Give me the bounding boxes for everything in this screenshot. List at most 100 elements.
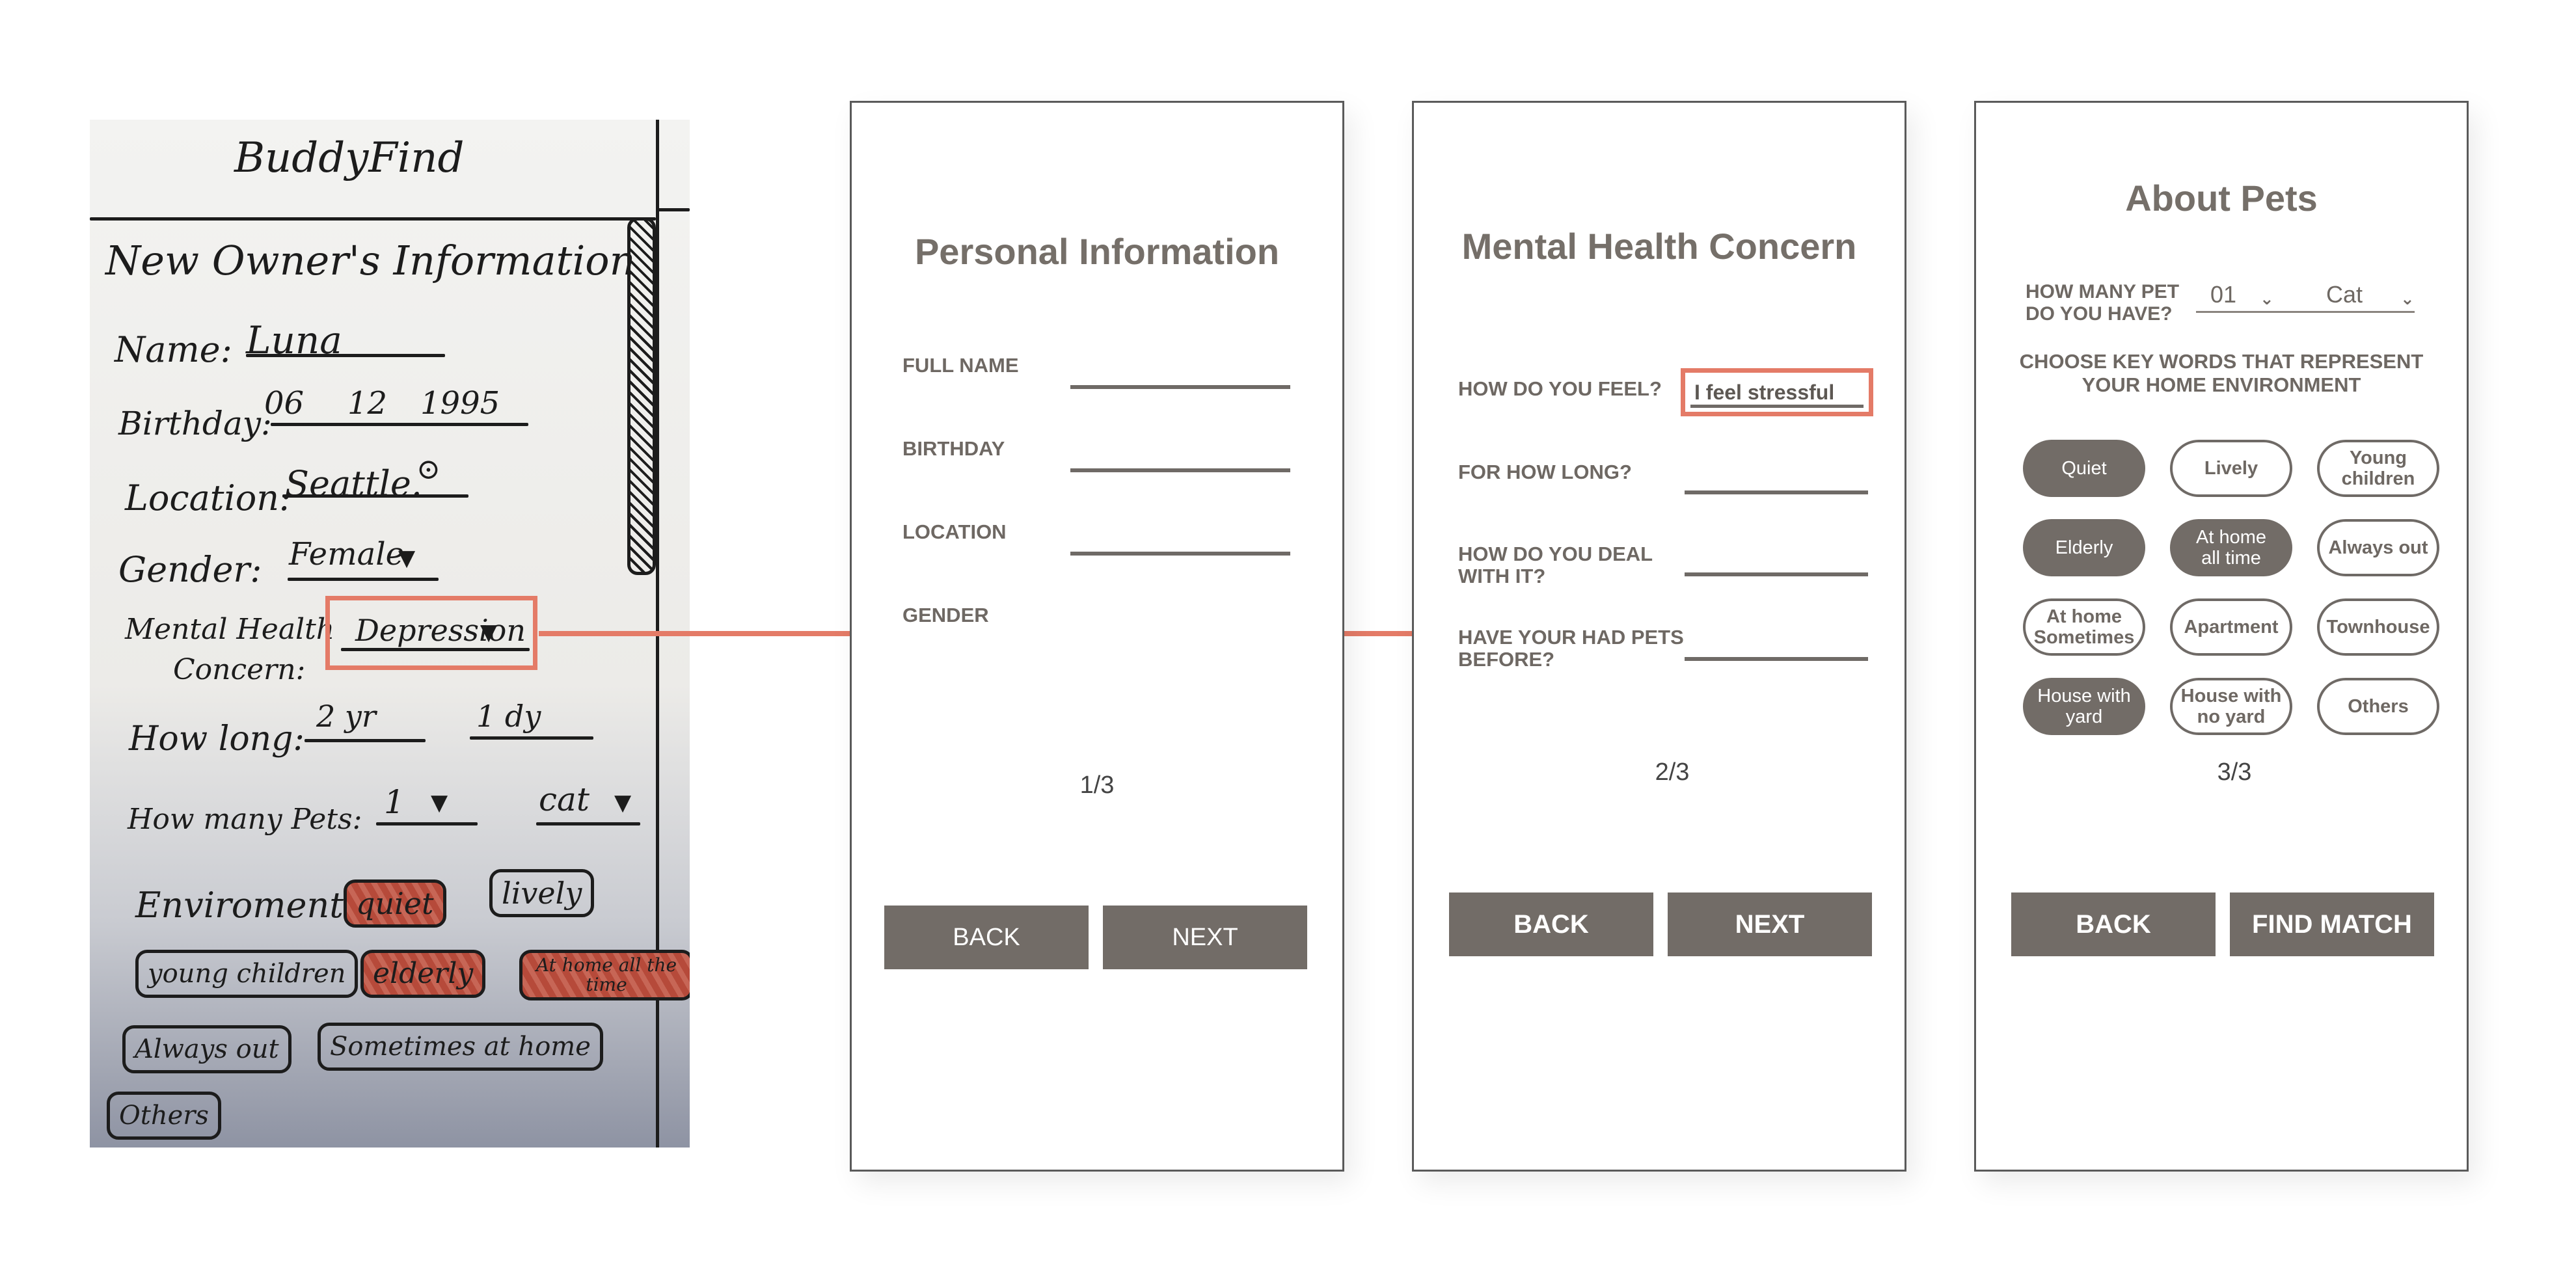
sketch-chip-sometimes-at-home: Sometimes at home xyxy=(318,1023,603,1071)
label-birthday: BIRTHDAY xyxy=(902,437,1005,460)
pet-count-underline xyxy=(2196,311,2281,313)
sketch-chip-at-home-all-the-time: At home all the time xyxy=(519,950,690,1000)
next-button[interactable]: NEXT xyxy=(1668,892,1872,956)
keyword-house-with-yard[interactable]: House with yard xyxy=(2023,678,2145,735)
page-indicator: 1/3 xyxy=(1079,772,1115,799)
input-value: I feel stressful xyxy=(1694,380,1835,404)
sketch-location-label: Location: xyxy=(125,477,291,518)
keyword-label: Young children xyxy=(2341,448,2415,489)
keyword-label: House with yard xyxy=(2037,686,2131,727)
label-had-pets-1: HAVE YOUR HAD PETS xyxy=(1458,626,1684,649)
sketch-howlong-label: How long: xyxy=(129,719,305,758)
keywords-prompt-2: YOUR HOME ENVIRONMENT xyxy=(2081,373,2361,396)
label-how-deal-1: HOW DO YOU DEAL xyxy=(1458,543,1653,565)
keyword-label: Elderly xyxy=(2055,537,2113,558)
sketch-concern-label-2: Concern: xyxy=(173,653,306,686)
keyword-label: At home Sometimes xyxy=(2033,606,2135,648)
keyword-at-home-sometimes[interactable]: At home Sometimes xyxy=(2023,598,2145,656)
sketch-env-label: Enviroment: xyxy=(135,885,356,926)
input-how-deal[interactable] xyxy=(1685,572,1868,576)
input-underline xyxy=(1690,405,1864,408)
keyword-young-children[interactable]: Young children xyxy=(2317,440,2439,497)
pet-type-underline xyxy=(2281,311,2415,313)
sketch-chip-others: Others xyxy=(107,1092,221,1140)
sketch-birthday-month: 06 xyxy=(264,385,305,422)
label-had-pets-2: BEFORE? xyxy=(1458,648,1555,671)
keyword-townhouse[interactable]: Townhouse xyxy=(2317,598,2439,656)
keyword-label: Lively xyxy=(2204,458,2258,479)
keyword-others[interactable]: Others xyxy=(2317,678,2439,735)
sketch-logo: BuddyFind xyxy=(234,134,465,182)
find-match-button[interactable]: FIND MATCH xyxy=(2230,892,2434,956)
keyword-label: House with no yard xyxy=(2180,686,2282,727)
sketch-howlong-days-underline xyxy=(470,736,593,740)
sketch-howlong-years: 2 yr xyxy=(316,699,376,734)
page-indicator: 2/3 xyxy=(1655,758,1690,786)
input-birthday[interactable] xyxy=(1070,468,1290,472)
back-button[interactable]: BACK xyxy=(2011,892,2216,956)
label-location: LOCATION xyxy=(902,520,1007,543)
sketch-name-label: Name: xyxy=(115,329,232,370)
keywords-prompt-1: CHOOSE KEY WORDS THAT REPRESENT xyxy=(2019,350,2424,373)
pet-count-value: 01 xyxy=(2210,281,2237,308)
input-had-pets[interactable] xyxy=(1685,657,1868,661)
keyword-label: At home all time xyxy=(2196,527,2266,569)
label-gender: GENDER xyxy=(902,604,989,626)
keyword-label: Others xyxy=(2348,696,2409,717)
screen-mental-health-concern: Mental Health Concern HOW DO YOU FEEL? I… xyxy=(1412,101,1906,1172)
sketch-birthday-label: Birthday: xyxy=(118,405,272,442)
keyword-always-out[interactable]: Always out xyxy=(2317,519,2439,576)
sketch-concern-label: Mental Health xyxy=(125,613,335,646)
sketch-gender-underline xyxy=(288,578,439,581)
input-for-how-long[interactable] xyxy=(1685,490,1868,494)
label-how-many-pets-2: DO YOU HAVE? xyxy=(2026,303,2173,325)
label-full-name: FULL NAME xyxy=(902,354,1019,377)
sketch-howlong-years-underline xyxy=(305,739,426,742)
page-title: Personal Information xyxy=(914,231,1280,272)
keyword-quiet[interactable]: Quiet xyxy=(2023,440,2145,497)
input-how-do-you-feel[interactable]: I feel stressful xyxy=(1681,368,1873,416)
screen-personal-information: Personal Information FULL NAME BIRTHDAY … xyxy=(850,101,1344,1172)
chevron-down-icon: ⌄ xyxy=(2260,289,2274,308)
sketch-pets-type: cat xyxy=(539,781,590,818)
keyword-elderly[interactable]: Elderly xyxy=(2023,519,2145,576)
input-full-name[interactable] xyxy=(1070,385,1290,389)
sketch-birthday-year: 1995 xyxy=(420,385,500,422)
label-how-deal-2: WITH IT? xyxy=(1458,565,1546,587)
sketch-header-divider xyxy=(90,217,656,221)
page-indicator: 3/3 xyxy=(2217,758,2252,786)
sketch-location-underline xyxy=(282,494,468,498)
back-button[interactable]: BACK xyxy=(1449,892,1653,956)
keyword-label: Townhouse xyxy=(2326,617,2430,638)
sketch-howlong-days: 1 dy xyxy=(476,699,541,734)
sketch-gender-value: Female xyxy=(289,536,404,572)
sketch-pets-type-underline xyxy=(536,822,640,825)
page-title: Mental Health Concern xyxy=(1461,226,1857,267)
location-pin-icon: ⊙ xyxy=(416,453,441,486)
label-how-many-pets-1: HOW MANY PET xyxy=(2026,281,2180,302)
keyword-lively[interactable]: Lively xyxy=(2170,440,2292,497)
sketch-pets-label: How many Pets: xyxy=(128,803,362,836)
keyword-label: Apartment xyxy=(2184,617,2279,638)
sketch-chip-lively: lively xyxy=(489,869,595,917)
sketch-chip-young-children: young children xyxy=(135,950,359,998)
keyword-label: Always out xyxy=(2328,537,2428,558)
keyword-at-home-all-time[interactable]: At home all time xyxy=(2170,519,2292,576)
keyword-house-with-no-yard[interactable]: House with no yard xyxy=(2170,678,2292,735)
back-button[interactable]: BACK xyxy=(884,906,1089,969)
sketch-pets-count-underline xyxy=(376,822,478,825)
input-location[interactable] xyxy=(1070,552,1290,556)
sketch-birthday-day: 12 xyxy=(347,385,388,422)
next-button[interactable]: NEXT xyxy=(1103,906,1307,969)
label-how-do-you-feel: HOW DO YOU FEEL? xyxy=(1458,377,1662,400)
sketch-pets-count: 1 xyxy=(384,783,405,821)
sketch-pets-type-caret-icon: ▼ xyxy=(614,790,632,816)
pet-type-value: Cat xyxy=(2326,281,2363,308)
sketch-name-underline xyxy=(246,354,445,357)
keyword-apartment[interactable]: Apartment xyxy=(2170,598,2292,656)
sketch-gender-caret-icon: ▼ xyxy=(398,545,416,571)
page-title: About Pets xyxy=(2125,178,2318,219)
label-for-how-long: FOR HOW LONG? xyxy=(1458,461,1632,483)
sketch-header-divider-right xyxy=(656,208,690,211)
sketch-pets-caret-icon: ▼ xyxy=(431,790,448,816)
